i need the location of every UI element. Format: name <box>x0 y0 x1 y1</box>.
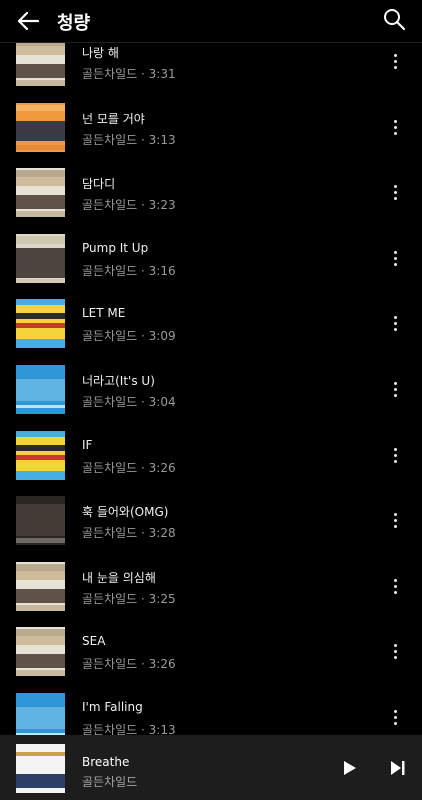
more-options-icon[interactable] <box>386 50 406 72</box>
track-artist: 골든차일드 <box>82 526 138 541</box>
track-title: 넌 모를 거야 <box>82 111 145 126</box>
more-options-icon[interactable] <box>386 444 406 466</box>
more-options-icon[interactable] <box>386 247 406 269</box>
track-meta: 골든차일드 · 3:09 <box>82 327 176 344</box>
track-meta: 골든차일드 · 3:16 <box>82 262 176 279</box>
more-options-icon[interactable] <box>386 312 406 334</box>
track-title: 훅 들어와(OMG) <box>82 505 169 520</box>
more-options-icon[interactable] <box>386 706 406 728</box>
track-artist: 골든차일드 <box>82 198 138 213</box>
album-art <box>16 168 65 218</box>
track-title: 나랑 해 <box>82 46 119 60</box>
track-row[interactable]: LET ME 골든차일드 · 3:09 <box>0 290 422 356</box>
track-row[interactable]: 담다디골든차일드 · 3:23 <box>0 159 422 225</box>
track-title: 내 눈을 의심해 <box>82 570 156 585</box>
track-meta: 골든차일드 · 3:23 <box>82 196 176 213</box>
now-playing-title: Breathe <box>82 755 130 769</box>
track-artist: 골든차일드 <box>82 132 138 147</box>
track-meta: 골든차일드 · 3:25 <box>82 590 176 607</box>
back-arrow-icon[interactable] <box>14 7 42 35</box>
track-duration: 3:26 <box>148 460 176 475</box>
skip-next-icon[interactable] <box>385 756 409 780</box>
track-meta: 골든차일드 · 3:26 <box>82 459 176 476</box>
album-art <box>16 627 65 677</box>
album-art <box>16 561 65 611</box>
track-artist: 골든차일드 <box>82 329 138 344</box>
track-duration: 3:31 <box>148 67 176 81</box>
track-row[interactable]: 내 눈을 의심해골든차일드 · 3:25 <box>0 553 422 619</box>
track-row[interactable]: IF 골든차일드 · 3:26 <box>0 422 422 488</box>
more-options-icon[interactable] <box>386 378 406 400</box>
track-row[interactable]: 훅 들어와(OMG) 골든차일드 · 3:28 <box>0 487 422 553</box>
track-duration: 3:16 <box>148 263 176 278</box>
album-art <box>16 299 65 349</box>
more-options-icon[interactable] <box>386 640 406 662</box>
track-duration: 3:25 <box>148 591 176 606</box>
more-options-icon[interactable] <box>386 575 406 597</box>
album-art <box>16 496 65 546</box>
track-artist: 골든차일드 <box>82 657 138 672</box>
track-row[interactable]: Pump It Up 골든차일드 · 3:16 <box>0 225 422 291</box>
now-playing-album-art <box>16 744 65 793</box>
album-art <box>16 365 65 414</box>
track-artist: 골든차일드 <box>82 263 138 278</box>
meta-separator: · <box>137 67 149 81</box>
track-title: 담다디 <box>82 177 116 192</box>
track-artist: 골든차일드 <box>82 460 138 475</box>
track-artist: 골든차일드 <box>82 591 138 606</box>
track-row[interactable]: 너라고(It's U) 골든차일드 · 3:04 <box>0 356 422 422</box>
track-duration: 3:09 <box>148 329 176 344</box>
play-icon[interactable] <box>337 756 361 780</box>
track-meta: 골든차일드 · 3:28 <box>82 524 176 541</box>
track-meta: 골든차일드 · 3:31 <box>82 65 176 82</box>
meta-separator: · <box>137 460 149 475</box>
album-art <box>16 233 65 283</box>
search-icon[interactable] <box>382 7 406 31</box>
track-title: Pump It Up <box>82 240 149 255</box>
track-duration: 3:13 <box>148 132 176 147</box>
more-options-icon[interactable] <box>386 181 406 203</box>
top-app-bar: 청량 <box>0 0 422 43</box>
more-options-icon[interactable] <box>386 509 406 531</box>
meta-separator: · <box>137 263 149 278</box>
page-title: 청량 <box>57 13 91 34</box>
track-meta: 골든차일드 · 3:13 <box>82 131 176 148</box>
meta-separator: · <box>137 526 149 541</box>
track-duration: 3:28 <box>148 526 176 541</box>
album-art <box>16 430 65 480</box>
track-title: IF <box>82 437 93 452</box>
track-title: LET ME <box>82 306 126 321</box>
meta-separator: · <box>137 657 149 672</box>
track-title: SEA <box>82 634 106 649</box>
track-artist: 골든차일드 <box>82 67 138 81</box>
album-art <box>16 37 65 86</box>
track-artist: 골든차일드 <box>82 395 138 409</box>
track-duration: 3:26 <box>148 657 176 672</box>
track-row[interactable]: 넌 모를 거야골든차일드 · 3:13 <box>0 94 422 160</box>
track-row[interactable]: SEA 골든차일드 · 3:26 <box>0 618 422 684</box>
track-duration: 3:04 <box>148 395 176 409</box>
meta-separator: · <box>137 132 149 147</box>
now-playing-artist: 골든차일드 <box>82 775 138 789</box>
track-title: 너라고(It's U) <box>82 374 155 388</box>
album-art <box>16 102 65 152</box>
track-meta: 골든차일드 · 3:04 <box>82 393 176 410</box>
meta-separator: · <box>137 329 149 344</box>
mini-player[interactable]: Breathe 골든차일드 <box>0 735 422 800</box>
meta-separator: · <box>137 591 149 606</box>
meta-separator: · <box>137 395 149 409</box>
track-meta: 골든차일드 · 3:26 <box>82 655 176 672</box>
track-title: I'm Falling <box>82 700 143 714</box>
track-duration: 3:23 <box>148 198 176 213</box>
meta-separator: · <box>137 198 149 213</box>
more-options-icon[interactable] <box>386 116 406 138</box>
